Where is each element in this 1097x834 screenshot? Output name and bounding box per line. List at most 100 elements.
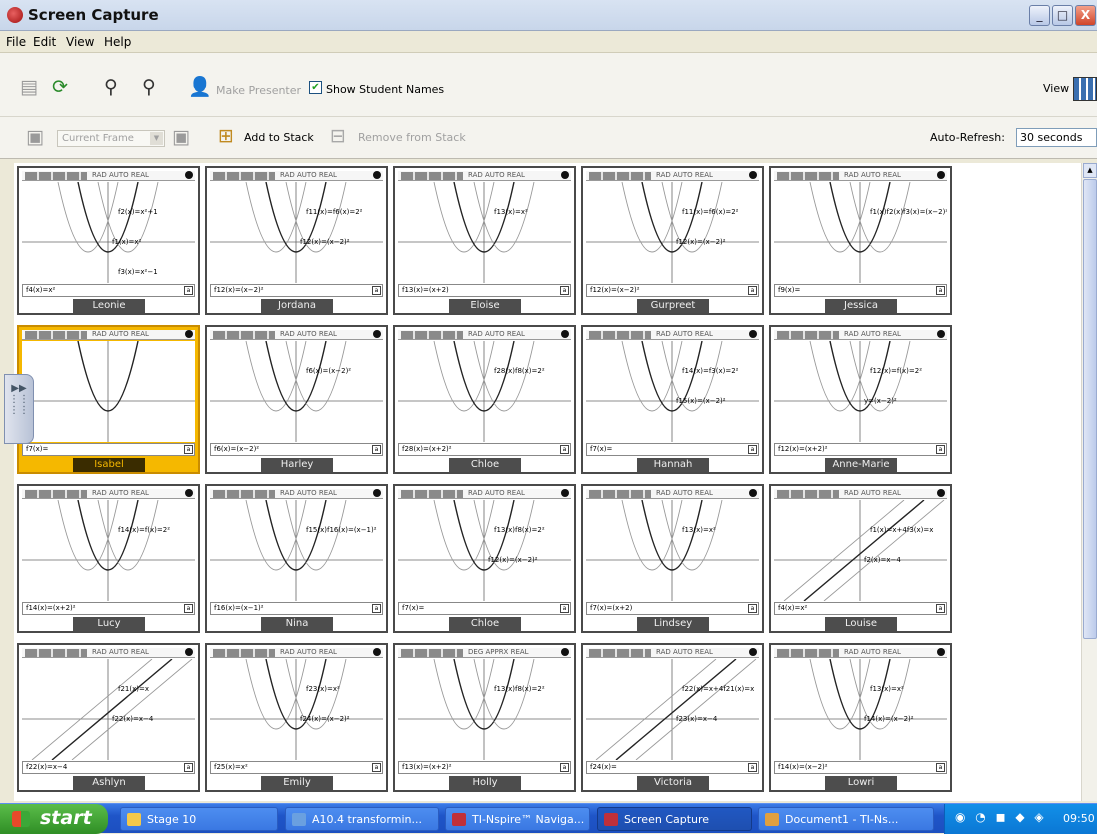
graph-screen: f14(x)=f(x)=2² <box>22 500 195 601</box>
page-tabs: RAD AUTO REAL <box>210 648 383 658</box>
function-label: f14(x)=(x−2)² <box>864 715 914 723</box>
graph-screen: f11(x)=f6(x)=2² f12(x)=(x−2)² <box>586 182 759 283</box>
entry-line: f25(x)=x² a <box>210 761 383 774</box>
add-to-stack-button[interactable]: Add to Stack <box>244 131 314 144</box>
student-name: Eloise <box>449 299 521 313</box>
vertical-scrollbar[interactable]: ▲ <box>1081 163 1097 801</box>
function-label: f14(x)=f3(x)=2² <box>682 367 739 375</box>
minimize-button[interactable]: _ <box>1029 5 1050 26</box>
battery-icon <box>937 489 945 497</box>
graph-screen: f21(x)=x f22(x)=x−4 <box>22 659 195 760</box>
entry-mode-icon: a <box>184 445 193 454</box>
refresh-icon[interactable]: ⟳ <box>52 78 68 97</box>
function-label: f2(x)=x−4 <box>864 556 901 564</box>
page-tabs: RAD AUTO REAL <box>22 330 195 340</box>
student-tile[interactable]: RAD AUTO REAL f15(x)f16(x)=(x−1)² f16(x)=(… <box>205 484 388 633</box>
entry-text: f13(x)=(x+2) <box>402 286 449 294</box>
show-names-label[interactable]: Show Student Names <box>326 83 444 96</box>
graph-screen: f14(x)=f3(x)=2² f15(x)=(x−2)² <box>586 341 759 442</box>
student-tile[interactable]: RAD AUTO REAL f14(x)=f(x)=2² f14(x)=(x+2)²… <box>17 484 200 633</box>
scroll-thumb[interactable] <box>1083 179 1097 639</box>
student-tile[interactable]: RAD AUTO REAL f13(x)=x² f7(x)=(x+2) a Lindse… <box>581 484 764 633</box>
student-tile[interactable]: RAD AUTO REAL f13(x)=x² f14(x)=(x−2)² f14(x… <box>769 643 952 792</box>
grid-view-icon[interactable] <box>1073 77 1097 101</box>
main-toolbar: ▤ ⟳ ⚲ ⚲ 👤 Make Presenter ✔ Show Student … <box>0 53 1097 117</box>
battery-icon <box>185 171 193 179</box>
menu-view[interactable]: View <box>66 35 94 49</box>
entry-mode-icon: a <box>372 604 381 613</box>
student-tile[interactable]: RAD AUTO REAL f1(x)f2(x)f3(x)=(x−2)² f9(x)… <box>769 166 952 315</box>
student-name: Ashlyn <box>73 776 145 790</box>
page-tabs: RAD AUTO REAL <box>210 171 383 181</box>
page-tabs: RAD AUTO REAL <box>774 330 947 340</box>
function-label: f22(x)=x−4 <box>112 715 154 723</box>
student-name: Louise <box>825 617 897 631</box>
student-tile[interactable]: RAD AUTO REAL f14(x)=f3(x)=2² f15(x)=(x−2)… <box>581 325 764 474</box>
entry-mode-icon: a <box>936 445 945 454</box>
mode-status: RAD AUTO REAL <box>280 171 337 179</box>
student-tile[interactable]: RAD AUTO REAL f11(x)=f6(x)=2² f12(x)=(x−2)… <box>581 166 764 315</box>
close-button[interactable]: X <box>1075 5 1096 26</box>
entry-line: f13(x)=(x+2) a <box>398 284 571 297</box>
graph-screen: f1(x)=x+4f3(x)=x f2(x)=x−4 <box>774 500 947 601</box>
entry-line: f28(x)=(x+2)² a <box>398 443 571 456</box>
student-tile[interactable]: RAD AUTO REAL f21(x)=x f22(x)=x−4 f22(x)=x−… <box>17 643 200 792</box>
taskbar-item[interactable]: Stage 10 <box>120 807 278 831</box>
start-button[interactable]: start <box>0 804 108 834</box>
taskbar-item[interactable]: A10.4 transformin... <box>285 807 439 831</box>
student-tile[interactable]: RAD AUTO REAL f11(x)=f6(x)=2² f12(x)=(x−2)… <box>205 166 388 315</box>
side-panel-handle[interactable]: ▶▶ ⋮⋮ ⋮⋮ <box>4 374 34 444</box>
taskbar-item[interactable]: Document1 - TI-Ns... <box>758 807 934 831</box>
tray-icons[interactable]: ◉ ◔ ◼ ◆ ◈ <box>955 810 1047 824</box>
student-name: Nina <box>261 617 333 631</box>
mode-status: DEG APPRX REAL <box>468 648 529 656</box>
student-tile[interactable]: RAD AUTO REAL f7(x)= a Isabel <box>17 325 200 474</box>
tab-strip <box>589 490 651 498</box>
battery-icon <box>561 648 569 656</box>
student-tile[interactable]: RAD AUTO REAL f13(x)f8(x)=2² f12(x)=(x−2)²… <box>393 484 576 633</box>
task-label: Screen Capture <box>624 813 710 826</box>
entry-mode-icon: a <box>748 604 757 613</box>
student-tile[interactable]: RAD AUTO REAL f6(x)=(x−2)² f6(x)=(x−2)² a Ha… <box>205 325 388 474</box>
zoom-out-icon[interactable]: ⚲ <box>142 78 156 97</box>
student-tile[interactable]: RAD AUTO REAL f2(x)=x²+1 f1(x)=x² f3(x)=x²−… <box>17 166 200 315</box>
student-tile[interactable]: RAD AUTO REAL f12(x)=f(x)=2² y=(x−2)² f12(x… <box>769 325 952 474</box>
entry-mode-icon: a <box>560 445 569 454</box>
show-names-checkbox[interactable]: ✔ <box>309 81 322 94</box>
taskbar-item[interactable]: TI-Nspire™ Naviga... <box>445 807 590 831</box>
entry-mode-icon: a <box>936 763 945 772</box>
mode-status: RAD AUTO REAL <box>280 648 337 656</box>
menu-file[interactable]: File <box>6 35 26 49</box>
function-label: f12(x)=(x−2)² <box>676 238 726 246</box>
zoom-in-icon[interactable]: ⚲ <box>104 78 118 97</box>
entry-line: f4(x)=x² a <box>22 284 195 297</box>
auto-refresh-select[interactable]: 30 seconds <box>1016 128 1097 147</box>
student-tile[interactable]: RAD AUTO REAL f1(x)=x+4f3(x)=x f2(x)=x−4 f4… <box>769 484 952 633</box>
menu-edit[interactable]: Edit <box>33 35 56 49</box>
capture-grid: RAD AUTO REAL f2(x)=x²+1 f1(x)=x² f3(x)=x²−… <box>14 163 1081 801</box>
copy-icon[interactable]: ▤ <box>20 78 38 97</box>
student-tile[interactable]: RAD AUTO REAL f13(x)=x² f13(x)=(x+2) a Elois… <box>393 166 576 315</box>
menu-help[interactable]: Help <box>104 35 131 49</box>
tab-strip <box>777 172 839 180</box>
student-tile[interactable]: DEG APPRX REAL f13(x)f8(x)=2² f13(x)=(x+2)… <box>393 643 576 792</box>
scroll-up-arrow[interactable]: ▲ <box>1083 163 1097 178</box>
student-tile[interactable]: RAD AUTO REAL f22(x)=x+4f21(x)=x f23(x)=x−… <box>581 643 764 792</box>
taskbar-item[interactable]: Screen Capture <box>597 807 752 831</box>
page-tabs: RAD AUTO REAL <box>398 171 571 181</box>
function-label: f12(x)=f(x)=2² <box>870 367 923 375</box>
add-stack-icon[interactable]: ⊞ <box>218 127 234 146</box>
student-tile[interactable]: RAD AUTO REAL f23(x)=x² f24(x)=(x−2)² f25(x… <box>205 643 388 792</box>
function-label: f13(x)=x² <box>870 685 904 693</box>
entry-mode-icon: a <box>184 286 193 295</box>
make-presenter-button[interactable]: Make Presenter <box>216 84 301 97</box>
maximize-button[interactable]: □ <box>1052 5 1073 26</box>
page-tabs: RAD AUTO REAL <box>210 489 383 499</box>
entry-mode-icon: a <box>560 286 569 295</box>
stack-icon: ▣ <box>26 126 44 148</box>
entry-line: f4(x)=x² a <box>774 602 947 615</box>
student-tile[interactable]: RAD AUTO REAL f28(x)f8(x)=2² f28(x)=(x+2)²… <box>393 325 576 474</box>
tab-strip <box>401 490 463 498</box>
mode-status: RAD AUTO REAL <box>92 489 149 497</box>
student-name: Hannah <box>637 458 709 472</box>
